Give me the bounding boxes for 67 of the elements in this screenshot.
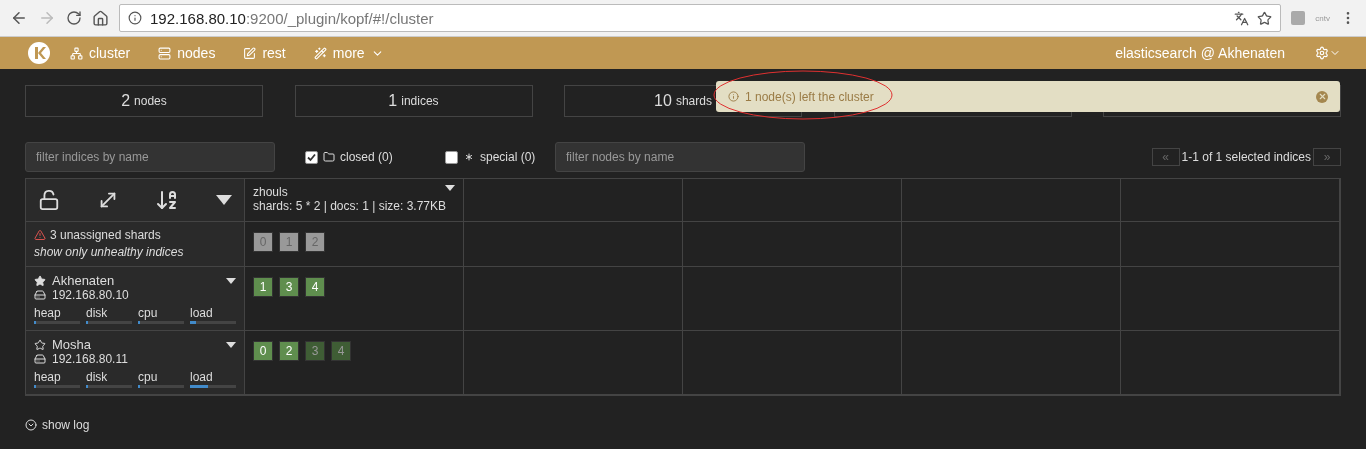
shard-tile[interactable]: 4 — [331, 341, 351, 361]
reload-icon[interactable] — [66, 10, 82, 26]
logo-icon[interactable] — [28, 42, 50, 64]
address-bar[interactable]: 192.168.80.10:9200/_plugin/kopf/#!/cluster — [119, 4, 1282, 32]
node-ip: 192.168.80.11 — [52, 352, 128, 366]
drive-icon — [34, 353, 46, 365]
nav-link[interactable]: cluster — [70, 45, 131, 61]
unlock-icon[interactable] — [38, 189, 60, 211]
special-checkbox[interactable]: special (0) — [445, 150, 555, 164]
node-name: Akhenaten — [52, 273, 115, 288]
nav-link[interactable]: nodes — [158, 45, 216, 61]
previous-page-button[interactable]: « — [1151, 148, 1180, 166]
filter-indices-field[interactable]: filter indices by name — [25, 142, 275, 172]
shard-tile[interactable]: 1 — [253, 277, 273, 297]
shard-tile[interactable]: 3 — [305, 341, 325, 361]
info-icon — [128, 11, 142, 25]
meter-label: load — [190, 370, 214, 384]
cluster-name: elasticsearch @ Akhenaten — [1115, 45, 1285, 61]
wand-icon — [313, 46, 327, 60]
back-icon[interactable] — [10, 9, 28, 27]
warning-icon — [34, 229, 46, 241]
meter-label: disk — [86, 370, 109, 384]
node-name: Mosha — [52, 337, 92, 352]
shard-tile[interactable]: 3 — [279, 277, 299, 297]
check-icon — [307, 152, 316, 162]
filter-nodes-field[interactable]: filter nodes by name — [555, 142, 805, 172]
url-host: 192.168.80.10 — [150, 9, 246, 27]
node-ip: 192.168.80.10 — [52, 288, 129, 302]
info-icon — [728, 91, 739, 102]
unhealthy-filter-link[interactable]: show only unhealthy indices — [34, 245, 236, 259]
index-name: zhouls — [253, 185, 288, 199]
stat-panel: 1 indices — [294, 85, 533, 117]
nav-dropdown[interactable]: more — [313, 45, 384, 61]
home-icon[interactable] — [92, 9, 109, 27]
caret-icon[interactable] — [226, 341, 236, 348]
meter-label: heap — [34, 370, 62, 384]
show-log-link[interactable]: show log — [25, 418, 1341, 432]
unassigned-text: 3 unassigned shards — [50, 228, 161, 242]
folder-icon — [323, 151, 335, 163]
shard-tile[interactable]: 2 — [279, 341, 299, 361]
meter-label: disk — [86, 306, 109, 320]
closed-checkbox[interactable]: closed (0) — [305, 150, 415, 164]
asterisk-icon — [463, 151, 475, 163]
settings-icon[interactable] — [1315, 46, 1341, 60]
star-icon[interactable] — [1257, 10, 1273, 26]
meter-label: cpu — [138, 306, 159, 320]
sitemap-icon — [70, 46, 83, 60]
shard-tile[interactable]: 0 — [253, 341, 273, 361]
server-icon — [158, 46, 172, 60]
caret-icon[interactable] — [226, 277, 236, 284]
url-path: :9200/_plugin/kopf/#!/cluster — [245, 9, 435, 27]
close-icon[interactable] — [1316, 90, 1328, 103]
chevron-circle-icon — [25, 419, 37, 431]
translate-icon[interactable] — [1234, 10, 1250, 26]
extension-label[interactable]: cntv — [1315, 13, 1330, 23]
drive-icon — [34, 289, 46, 301]
shard-tile[interactable]: 4 — [305, 277, 325, 297]
index-details: shards: 5 * 2 | docs: 1 | size: 3.77KB — [253, 199, 447, 213]
next-page-button[interactable]: » — [1313, 148, 1341, 166]
stat-panel: 2 nodes — [25, 85, 263, 117]
meter-label: load — [190, 306, 214, 320]
nav-link[interactable]: rest — [243, 45, 286, 61]
pager-text: 1-1 of 1 selected indices — [1181, 150, 1311, 164]
meter-label: heap — [34, 306, 62, 320]
edit-icon — [243, 46, 257, 60]
caret-icon[interactable] — [215, 195, 232, 205]
meter-label: cpu — [138, 370, 159, 384]
